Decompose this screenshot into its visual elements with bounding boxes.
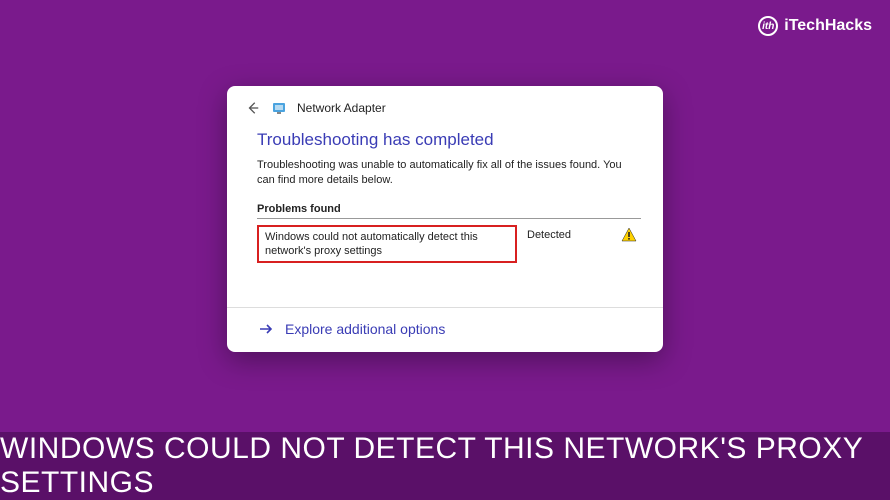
dialog-body: Troubleshooting has completed Troublesho… xyxy=(227,124,663,307)
problems-list: Windows could not automatically detect t… xyxy=(257,218,641,294)
dialog-title: Network Adapter xyxy=(297,101,386,115)
network-adapter-icon xyxy=(271,100,287,116)
completion-subtext: Troubleshooting was unable to automatica… xyxy=(257,158,641,189)
brand-text: iTechHacks xyxy=(784,17,872,35)
back-button[interactable] xyxy=(245,100,261,116)
explore-options-link[interactable]: Explore additional options xyxy=(227,307,663,352)
troubleshooter-dialog: Network Adapter Troubleshooting has comp… xyxy=(227,86,663,352)
warning-icon xyxy=(621,227,637,243)
dialog-header: Network Adapter xyxy=(227,86,663,124)
watermark-brand: ith iTechHacks xyxy=(758,16,872,36)
back-arrow-icon xyxy=(246,101,260,115)
arrow-right-icon xyxy=(257,320,275,338)
problem-status: Detected xyxy=(527,229,587,241)
caption-text: WINDOWS COULD NOT DETECT THIS NETWORK'S … xyxy=(0,432,890,500)
problems-found-label: Problems found xyxy=(257,203,641,215)
completion-heading: Troubleshooting has completed xyxy=(257,130,641,150)
problem-highlight-box: Windows could not automatically detect t… xyxy=(257,225,517,264)
brand-icon: ith xyxy=(758,16,778,36)
caption-banner: WINDOWS COULD NOT DETECT THIS NETWORK'S … xyxy=(0,432,890,500)
explore-options-label: Explore additional options xyxy=(285,321,445,337)
problem-item-text: Windows could not automatically detect t… xyxy=(265,230,509,259)
